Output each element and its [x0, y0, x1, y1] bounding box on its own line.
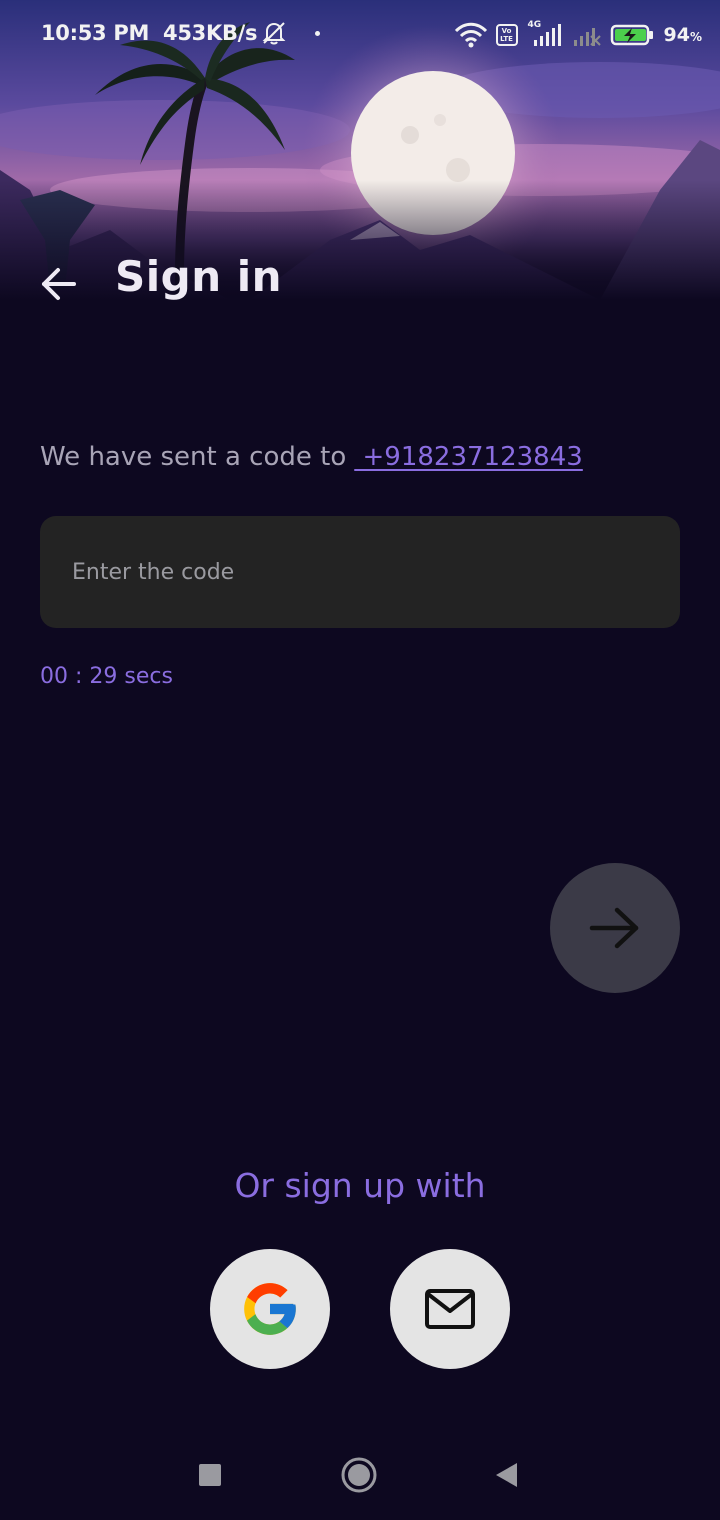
battery-level: 94 — [663, 24, 690, 46]
back-triangle-icon — [493, 1461, 519, 1489]
back-button[interactable] — [34, 262, 82, 306]
or-sign-up-label: Or sign up with — [234, 1166, 486, 1205]
dot-icon — [315, 30, 321, 36]
status-time: 10:53 PM — [41, 21, 150, 45]
phone-number-link[interactable]: +918237123843 — [346, 442, 583, 472]
page-title: Sign in — [115, 252, 283, 301]
email-signup-button[interactable] — [390, 1249, 510, 1369]
mail-icon — [424, 1288, 476, 1330]
volte-icon: Vo LTE — [495, 24, 518, 46]
navigation-bar — [0, 1430, 720, 1520]
arrow-right-icon — [588, 905, 642, 951]
google-signup-button[interactable] — [210, 1249, 330, 1369]
signal-empty-icon — [572, 22, 602, 48]
recents-square-icon — [199, 1464, 221, 1486]
home-circle-icon — [340, 1456, 378, 1494]
code-sent-text: We have sent a code to — [40, 442, 347, 472]
battery-percentage: 94% — [664, 24, 702, 46]
back-nav-button[interactable] — [483, 1452, 529, 1498]
network-speed: 453KB/s — [163, 21, 258, 45]
recents-button[interactable] — [187, 1452, 233, 1498]
next-button[interactable] — [550, 863, 680, 993]
google-icon — [239, 1278, 301, 1340]
battery-unit: % — [689, 30, 702, 44]
bell-muted-icon — [261, 20, 287, 46]
status-right: Vo LTE 4G 94% — [454, 18, 702, 52]
battery-charging-icon — [610, 23, 656, 47]
status-bar: 10:53 PM 453KB/s Vo LTE 4G 94% — [0, 0, 720, 70]
status-left: 10:53 PM 453KB/s — [41, 20, 321, 46]
arrow-left-icon — [38, 266, 78, 302]
code-sent-message: We have sent a code to +918237123843 — [40, 442, 583, 472]
home-button[interactable] — [336, 1452, 382, 1498]
wifi-icon — [454, 22, 488, 48]
code-input[interactable] — [40, 516, 680, 628]
resend-timer: 00 : 29 secs — [40, 664, 173, 689]
signal-4g-icon: 4G — [526, 20, 564, 48]
